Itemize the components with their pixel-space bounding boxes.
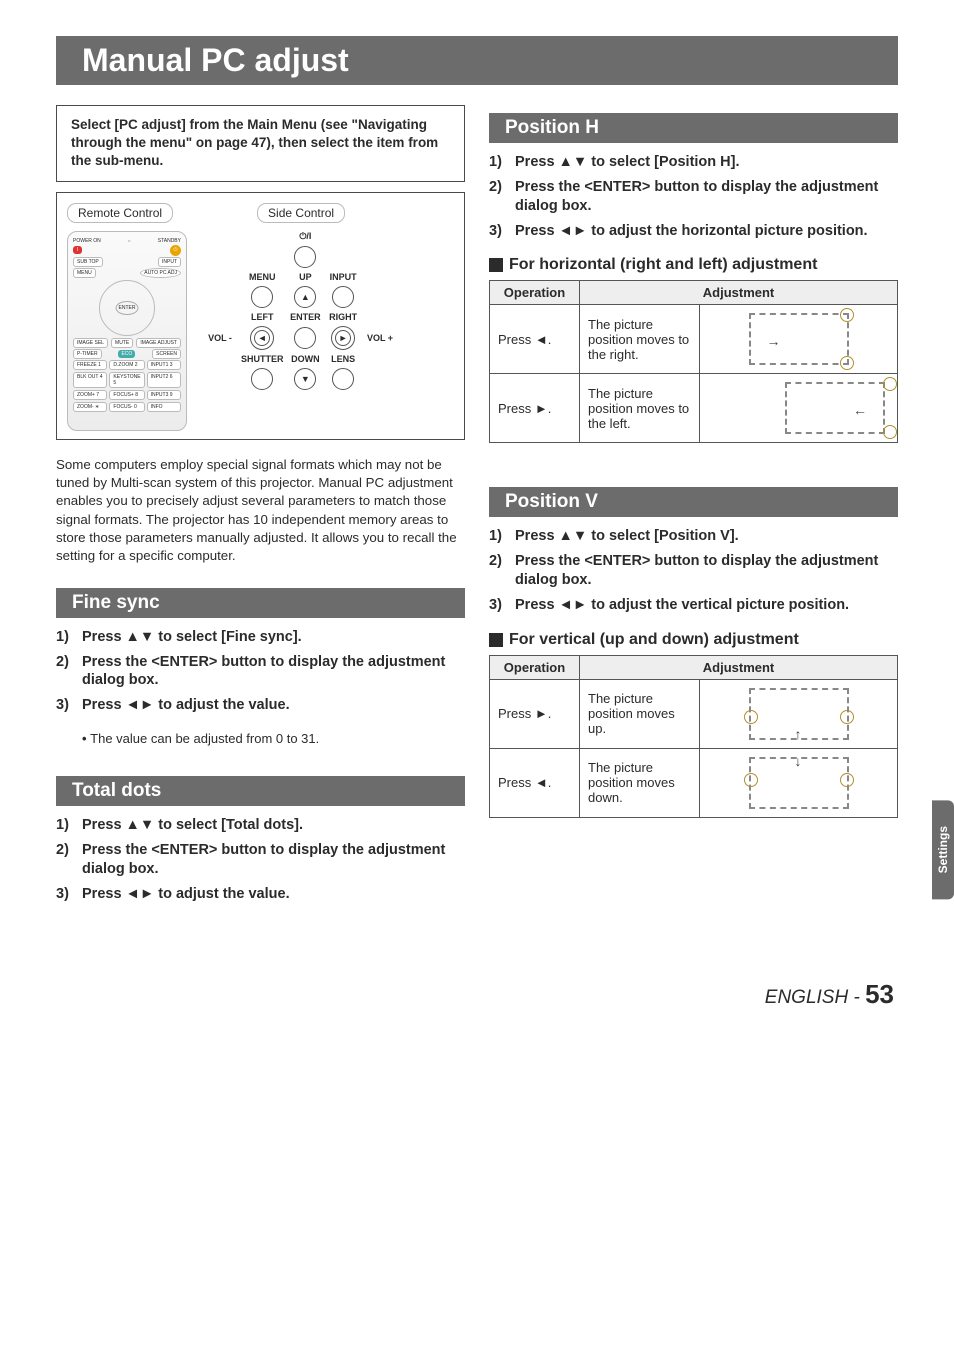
total-dots-steps: Press ▲▼ to select [Total dots]. Press t… (56, 816, 465, 903)
controls-box: Remote Control Side Control POWER ON○STA… (56, 192, 465, 440)
remote-control-diagram: POWER ON○STANDBY I⏻ SUB TOPINPUT MENUAUT… (67, 231, 187, 431)
intro-paragraph: Some computers employ special signal for… (56, 456, 465, 566)
diagram-move-left: ← (785, 382, 885, 434)
remote-control-label: Remote Control (67, 203, 173, 223)
position-h-steps: Press ▲▼ to select [Position H]. Press t… (489, 153, 898, 240)
fine-sync-note: The value can be adjusted from 0 to 31. (82, 731, 465, 746)
position-v-subheading: For vertical (up and down) adjustment (489, 631, 898, 649)
page-footer: ENGLISH - 53 (56, 979, 898, 1010)
fine-sync-heading: Fine sync (56, 588, 465, 618)
diagram-move-up: ↑ (749, 688, 849, 740)
diagram-move-down: ↓ (749, 757, 849, 809)
total-dots-heading: Total dots (56, 776, 465, 806)
position-h-subheading: For horizontal (right and left) adjustme… (489, 256, 898, 274)
position-h-heading: Position H (489, 113, 898, 143)
side-tab-settings: Settings (932, 800, 954, 899)
diagram-move-right: → (749, 313, 849, 365)
position-v-heading: Position V (489, 487, 898, 517)
side-control-diagram: ⏻/I MENUUPINPUT ▲ LEFTENTERRIGHT VOL -◄►… (205, 231, 395, 390)
intro-box: Select [PC adjust] from the Main Menu (s… (56, 105, 465, 182)
position-v-steps: Press ▲▼ to select [Position V]. Press t… (489, 527, 898, 614)
position-v-table: OperationAdjustment Press ►. The picture… (489, 655, 898, 818)
side-control-label: Side Control (257, 203, 345, 223)
page-title: Manual PC adjust (56, 36, 898, 85)
fine-sync-steps: Press ▲▼ to select [Fine sync]. Press th… (56, 628, 465, 715)
position-h-table: OperationAdjustment Press ◄. The picture… (489, 280, 898, 443)
